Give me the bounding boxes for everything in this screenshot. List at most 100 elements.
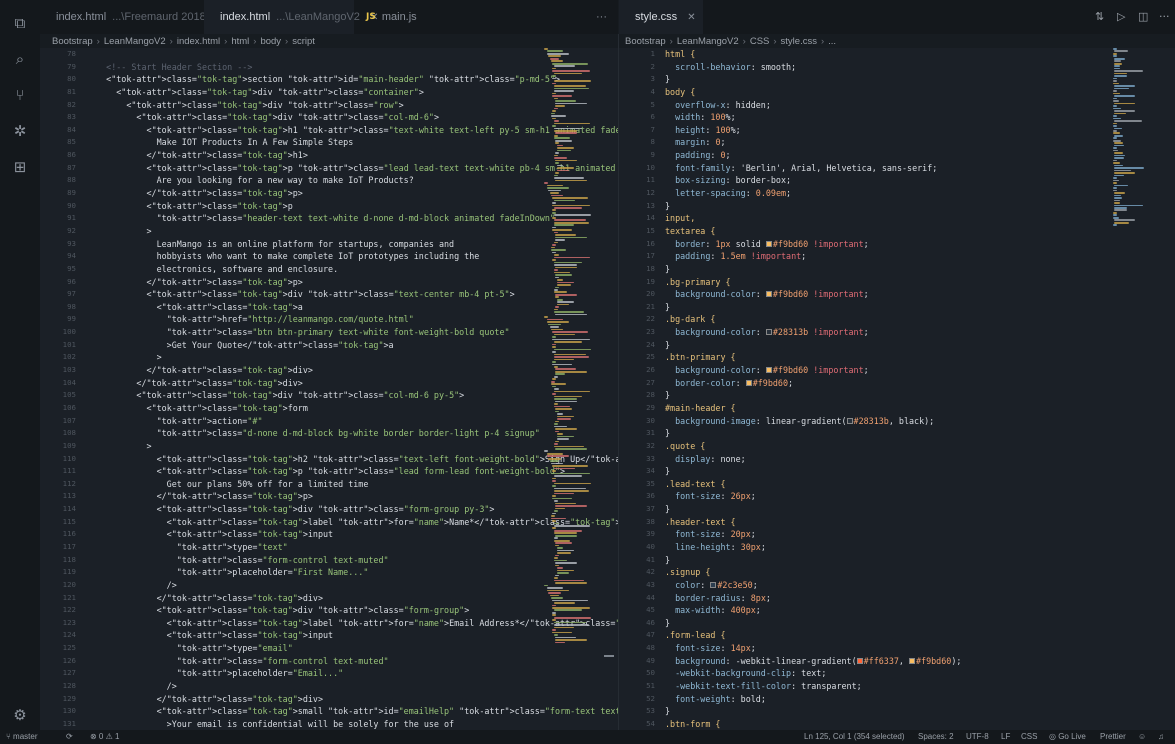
code-line[interactable]: .btn-form { — [665, 718, 961, 730]
code-line[interactable]: } — [665, 200, 961, 213]
split-editor-icon[interactable]: ◫ — [1138, 10, 1148, 23]
code-line[interactable]: Make IOT Products In A Few Simple Steps — [86, 136, 618, 149]
notifications-icon[interactable]: ♫ — [1158, 730, 1164, 744]
code-line[interactable]: .btn-primary { — [665, 351, 961, 364]
breadcrumb-item[interactable]: body — [260, 36, 281, 47]
prettier-button[interactable]: Prettier — [1100, 730, 1126, 744]
code-line[interactable]: } — [665, 705, 961, 718]
code-line[interactable]: } — [665, 339, 961, 352]
code-line[interactable]: </"tok-attr">class="tok-tag">div> — [86, 693, 618, 706]
code-line[interactable]: background-color: #28313b !important; — [665, 326, 961, 339]
code-line[interactable]: box-sizing: border-box; — [665, 174, 961, 187]
code-line[interactable]: .signup { — [665, 566, 961, 579]
code-line[interactable]: input, — [665, 212, 961, 225]
code-area[interactable]: <!-- Start Header Section --> <"tok-attr… — [86, 48, 618, 730]
code-line[interactable]: body { — [665, 86, 961, 99]
feedback-icon[interactable]: ☺ — [1138, 730, 1146, 744]
split-sash[interactable] — [604, 655, 614, 657]
code-line[interactable]: <"tok-attr">class="tok-tag">p — [86, 200, 618, 213]
css-editor[interactable]: 1 2 3 4 5 6 7 8 9 10 11 12 13 14 15 16 17 18 19 20 21 22 23 24 2… — [619, 48, 1175, 730]
code-line[interactable]: <"tok-attr">class="tok-tag">label "tok-a… — [86, 617, 618, 630]
code-line[interactable]: display: none; — [665, 453, 961, 466]
code-line[interactable]: } — [665, 389, 961, 402]
code-line[interactable]: "tok-attr">class="header-text text-white… — [86, 212, 618, 225]
code-line[interactable]: <"tok-attr">class="tok-tag">div "tok-att… — [86, 389, 618, 402]
sync-icon[interactable]: ⟳ — [66, 730, 73, 744]
run-icon[interactable]: ▷ — [1117, 10, 1125, 23]
encoding[interactable]: UTF-8 — [966, 730, 989, 744]
code-line[interactable]: } — [665, 465, 961, 478]
go-live-button[interactable]: ◎ Go Live — [1049, 730, 1086, 744]
breadcrumb-item[interactable]: index.html — [177, 36, 220, 47]
code-line[interactable]: </"tok-attr">class="tok-tag">h1> — [86, 149, 618, 162]
code-line[interactable]: /> — [86, 680, 618, 693]
code-line[interactable]: background-color: #f9bd60 !important; — [665, 288, 961, 301]
code-line[interactable]: <"tok-attr">class="tok-tag">section "tok… — [86, 73, 618, 86]
code-line[interactable]: } — [665, 301, 961, 314]
code-line[interactable]: width: 100%; — [665, 111, 961, 124]
settings-gear-icon[interactable]: ⚙ — [11, 706, 29, 724]
code-line[interactable]: } — [665, 427, 961, 440]
code-line[interactable]: border: 1px solid #f9bd60 !important; — [665, 238, 961, 251]
code-line[interactable]: <"tok-attr">class="tok-tag">div "tok-att… — [86, 604, 618, 617]
code-line[interactable]: .header-text { — [665, 516, 961, 529]
code-line[interactable]: #main-header { — [665, 402, 961, 415]
code-line[interactable] — [86, 48, 618, 61]
debug-icon[interactable]: ✲ — [11, 122, 29, 140]
tab-index-html-2[interactable]: index.html ...\LeanMangoV2 ✕ — [204, 0, 378, 34]
code-line[interactable]: </"tok-attr">class="tok-tag">p> — [86, 490, 618, 503]
code-line[interactable]: padding: 0; — [665, 149, 961, 162]
code-line[interactable]: "tok-attr">placeholder="Email..." — [86, 667, 618, 680]
code-line[interactable]: "tok-attr">placeholder="First Name..." — [86, 566, 618, 579]
source-control-icon[interactable]: ⑂ — [11, 86, 29, 104]
breadcrumb-item[interactable]: LeanMangoV2 — [677, 36, 739, 47]
breadcrumb-item[interactable]: style.css — [781, 36, 817, 47]
code-line[interactable]: > — [86, 225, 618, 238]
code-line[interactable]: line-height: 30px; — [665, 541, 961, 554]
code-line[interactable]: "tok-attr">type="text" — [86, 541, 618, 554]
code-line[interactable]: "tok-attr">class="form-control text-mute… — [86, 554, 618, 567]
breadcrumb-item[interactable]: LeanMangoV2 — [104, 36, 166, 47]
code-line[interactable]: </"tok-attr">class="tok-tag">p> — [86, 187, 618, 200]
cursor-position[interactable]: Ln 125, Col 1 (354 selected) — [804, 730, 905, 744]
code-line[interactable]: hobbyists who want to make complete IoT … — [86, 250, 618, 263]
code-line[interactable]: } — [665, 73, 961, 86]
code-line[interactable]: height: 100%; — [665, 124, 961, 137]
code-line[interactable]: <"tok-attr">class="tok-tag">input — [86, 629, 618, 642]
code-line[interactable]: electronics, software and enclosure. — [86, 263, 618, 276]
code-line[interactable]: font-size: 14px; — [665, 642, 961, 655]
code-line[interactable]: >Your email is confidential will be sole… — [86, 718, 618, 730]
code-line[interactable]: .form-lead { — [665, 629, 961, 642]
minimap[interactable] — [544, 48, 599, 644]
code-line[interactable]: "tok-attr">class="form-control text-mute… — [86, 655, 618, 668]
more-actions-icon[interactable]: ··· — [1159, 10, 1170, 23]
explorer-icon[interactable]: ⧉ — [11, 14, 29, 32]
code-line[interactable]: -webkit-text-fill-color: transparent; — [665, 680, 961, 693]
code-line[interactable]: </"tok-attr">class="tok-tag">p> — [86, 276, 618, 289]
code-line[interactable]: Are you looking for a new way to make Io… — [86, 174, 618, 187]
code-line[interactable]: <"tok-attr">class="tok-tag">p "tok-attr"… — [86, 465, 618, 478]
code-line[interactable]: </"tok-attr">class="tok-tag">div> — [86, 364, 618, 377]
code-line[interactable]: } — [665, 263, 961, 276]
code-line[interactable]: "tok-attr">href="http://leanmango.com/qu… — [86, 313, 618, 326]
breadcrumb-item[interactable]: html — [231, 36, 249, 47]
breadcrumb-item[interactable]: Bootstrap — [625, 36, 666, 47]
code-line[interactable]: background-color: #f9bd60 !important; — [665, 364, 961, 377]
compare-icon[interactable]: ⇅ — [1095, 10, 1104, 23]
code-line[interactable]: .bg-primary { — [665, 276, 961, 289]
extensions-icon[interactable]: ⊞ — [11, 158, 29, 176]
indentation[interactable]: Spaces: 2 — [918, 730, 954, 744]
breadcrumb-item[interactable]: ... — [828, 36, 836, 47]
code-line[interactable]: <!-- Start Header Section --> — [86, 61, 618, 74]
code-line[interactable]: <"tok-attr">class="tok-tag">div "tok-att… — [86, 111, 618, 124]
code-line[interactable]: border-radius: 8px; — [665, 592, 961, 605]
code-line[interactable]: <"tok-attr">class="tok-tag">h2 "tok-attr… — [86, 453, 618, 466]
html-editor[interactable]: 78 79 80 81 82 83 84 85 86 87 88 89 90 91 92 93 94 95 96 97… — [40, 48, 618, 730]
code-line[interactable]: font-family: 'Berlin', Arial, Helvetica,… — [665, 162, 961, 175]
code-line[interactable]: > — [86, 440, 618, 453]
code-line[interactable]: </"tok-attr">class="tok-tag">div> — [86, 377, 618, 390]
code-line[interactable]: max-width: 400px; — [665, 604, 961, 617]
code-line[interactable]: -webkit-background-clip: text; — [665, 667, 961, 680]
code-line[interactable]: color: #2c3e50; — [665, 579, 961, 592]
tab-style-css[interactable]: style.css ✕ — [619, 0, 703, 34]
